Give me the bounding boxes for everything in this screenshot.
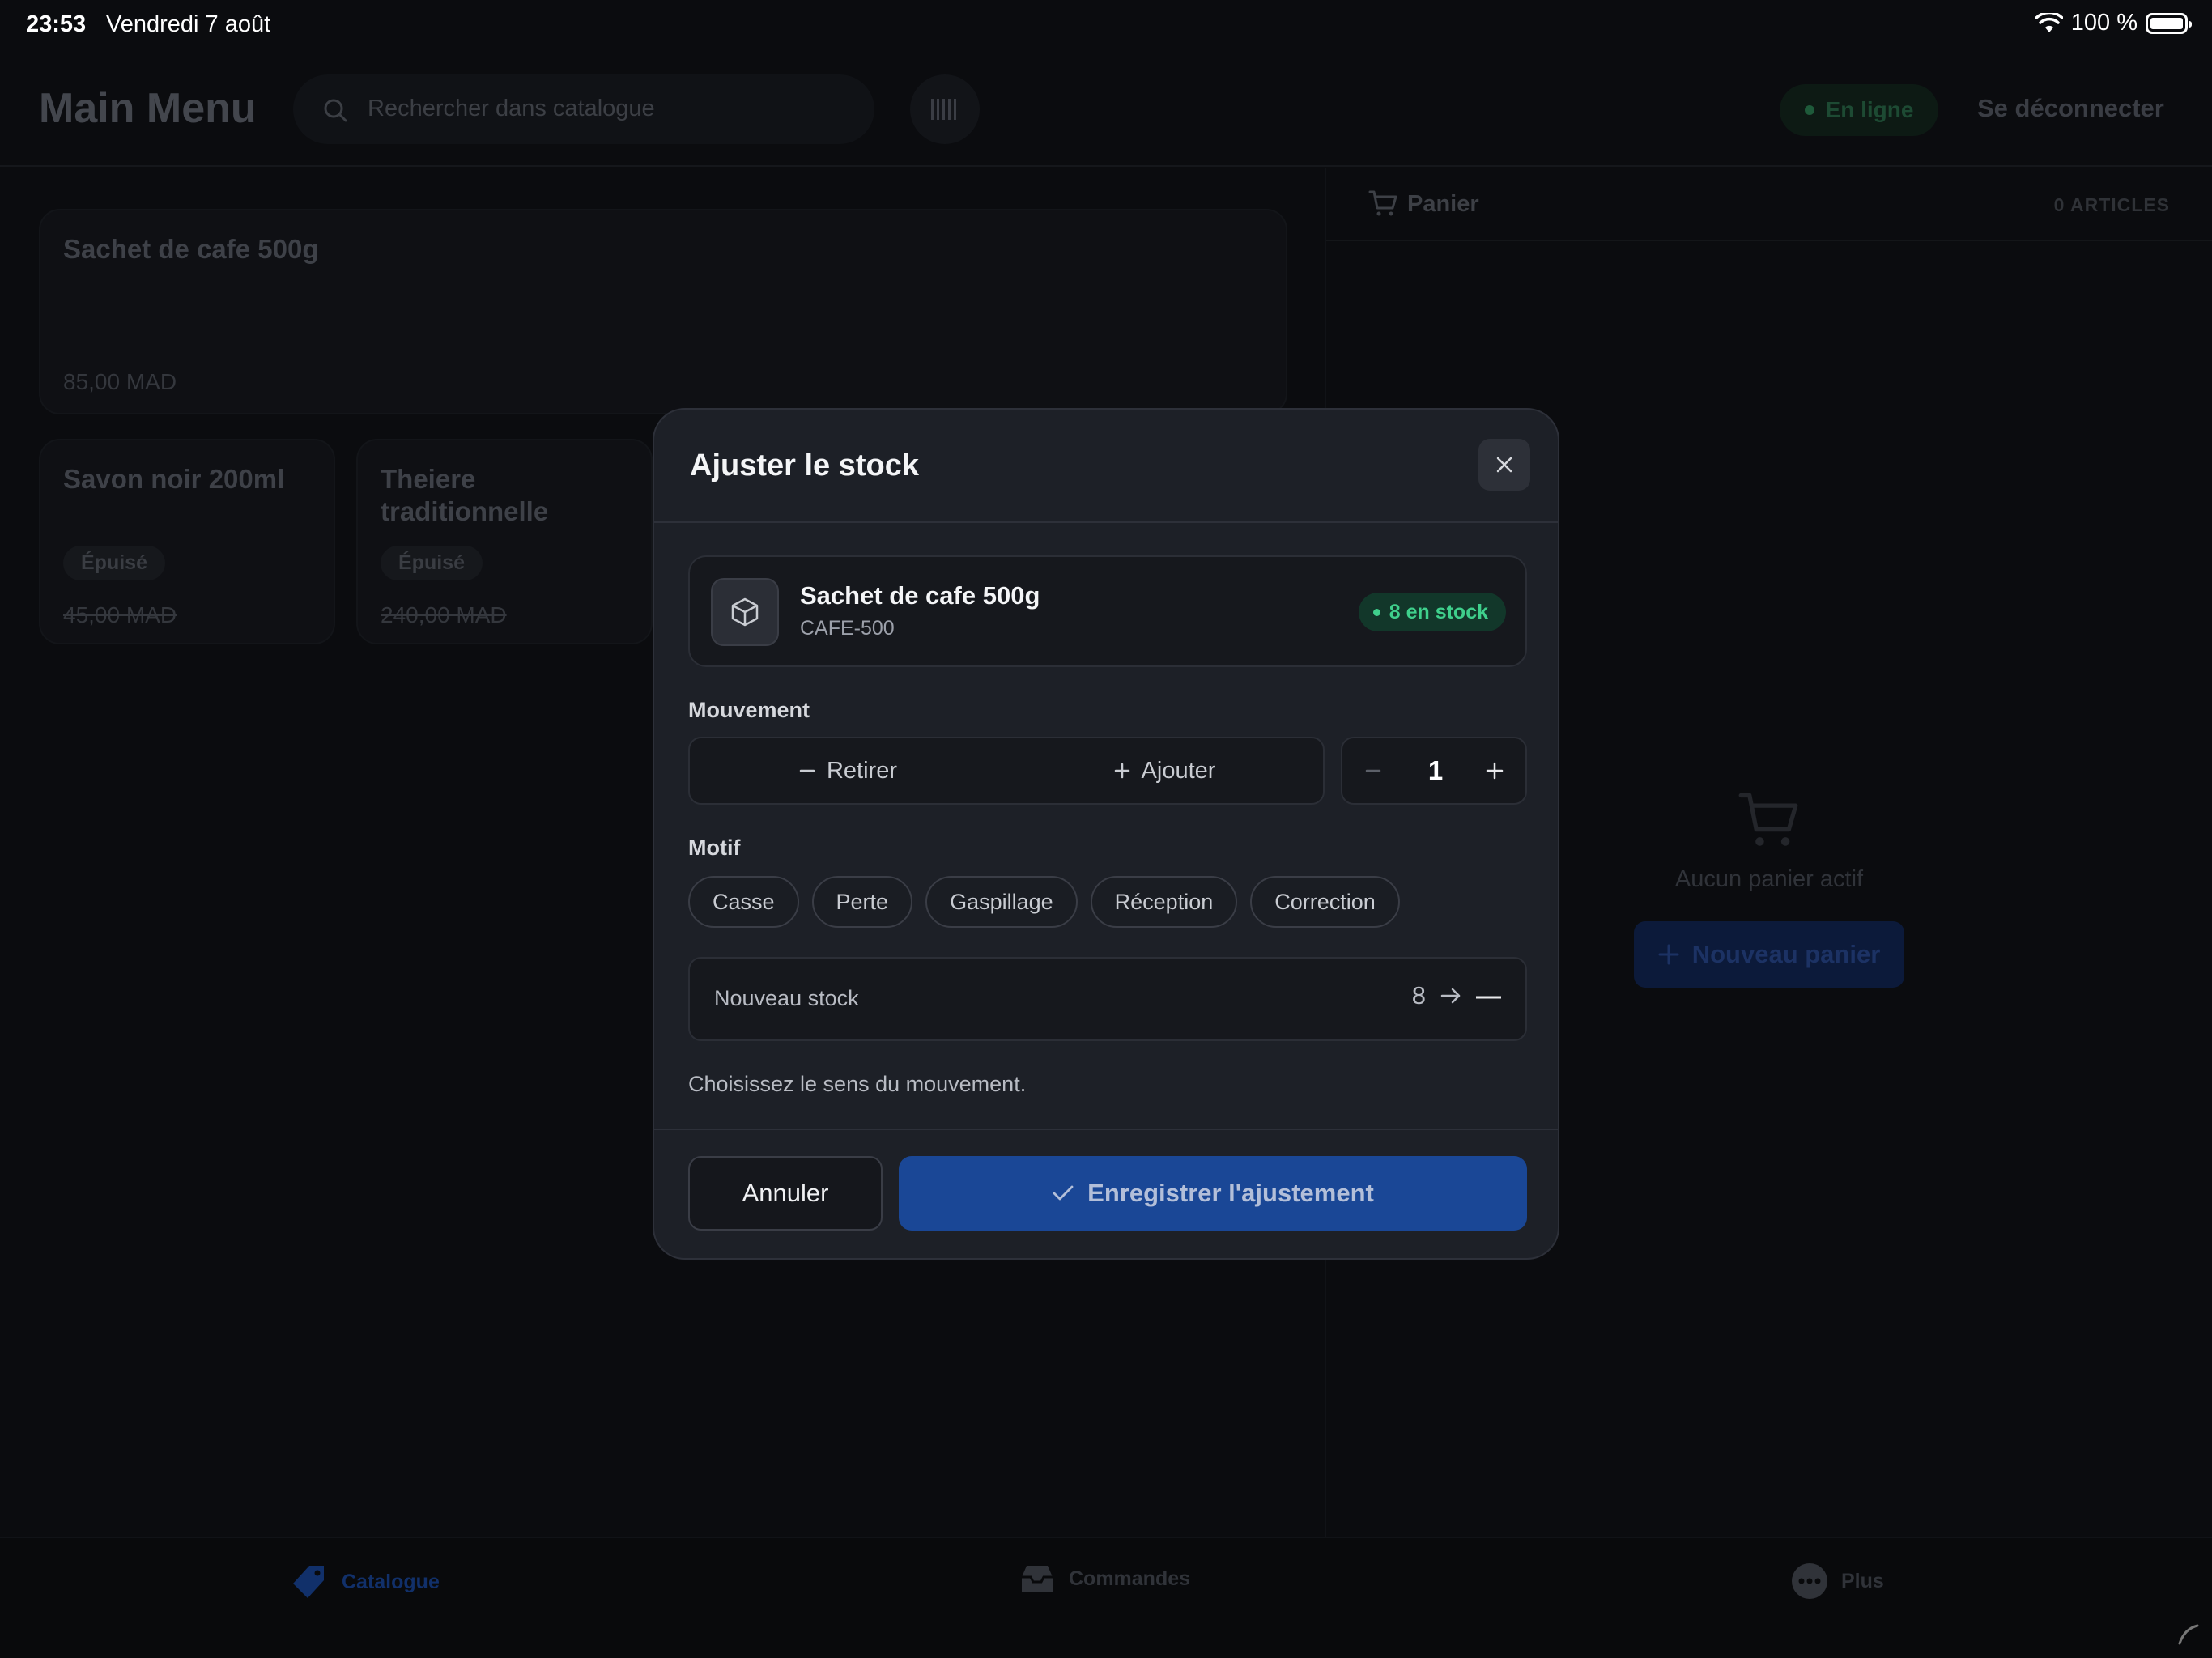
check-icon [1053,1185,1074,1201]
inbox-icon [1022,1566,1053,1592]
minus-icon [1365,769,1381,772]
tab-catalogue[interactable]: Catalogue [290,1562,440,1601]
cart-icon [1368,190,1397,216]
plus-icon [1114,763,1129,779]
new-cart-button[interactable]: Nouveau panier [1634,921,1904,988]
current-stock-value: 8 [1411,981,1426,1010]
tab-bar: Catalogue Commandes Plus [0,1537,2212,1658]
online-status-badge: En ligne [1780,84,1938,136]
resize-handle-icon [2178,1624,2199,1645]
tab-commandes[interactable]: Commandes [1019,1562,1190,1595]
tab-label: Plus [1841,1569,1884,1592]
status-date: Vendredi 7 août [106,11,271,37]
divider [654,1129,1558,1130]
sold-out-badge: Épuisé [63,546,165,580]
reason-label: Motif [688,835,741,860]
new-stock-label: Nouveau stock [714,986,859,1010]
movement-segmented-control: Retirer Ajouter [688,737,1325,805]
battery-icon [2146,12,2192,34]
empty-cart-icon [1738,793,1798,846]
status-bar: 23:53 Vendredi 7 août 100 % [0,0,2212,52]
product-price: 240,00 MAD [381,602,507,627]
reason-chips: Casse Perte Gaspillage Réception Correct… [688,876,1400,928]
helper-text: Choisissez le sens du mouvement. [688,1072,1027,1096]
cart-header: Panier 0 ARTICLES [1326,168,2212,241]
tab-label: Catalogue [342,1570,440,1593]
divider [654,521,1558,523]
decrement-button[interactable] [1342,738,1404,803]
page-title: Main Menu [39,85,257,132]
wifi-icon [2035,12,2063,32]
product-name: Savon noir 200ml [63,464,285,494]
search-placeholder: Rechercher dans catalogue [368,96,655,121]
tab-label: Commandes [1069,1567,1191,1590]
status-indicators: 100 % [2035,10,2192,36]
product-price: 45,00 MAD [63,602,177,627]
reason-chip-correction[interactable]: Correction [1250,876,1400,928]
cart-title: Panier [1407,191,1479,217]
close-icon [1496,457,1512,473]
remove-option-label: Retirer [826,757,897,784]
reason-chip-reception[interactable]: Réception [1090,876,1238,928]
barcode-scan-button[interactable] [910,74,980,144]
stock-badge: 8 en stock [1358,593,1506,631]
product-card[interactable]: Sachet de cafe 500g 85,00 MAD [39,209,1287,414]
product-price: 85,00 MAD [63,369,177,394]
product-card[interactable]: Theiere traditionnelle Épuisé 240,00 MAD [356,439,653,644]
new-stock-values: 8 — [1412,981,1501,1010]
adjust-stock-dialog: Ajuster le stock Sachet de cafe 500g CAF… [653,408,1559,1260]
save-adjustment-button[interactable]: Enregistrer l'ajustement [899,1156,1527,1231]
battery-percent: 100 % [2070,10,2138,36]
dialog-title: Ajuster le stock [690,449,919,483]
quantity-value[interactable]: 1 [1404,738,1467,803]
box-icon [711,578,779,646]
reason-chip-casse[interactable]: Casse [688,876,799,928]
barcode-icon [931,99,956,120]
increment-button[interactable] [1464,738,1525,803]
movement-label: Mouvement [688,698,810,722]
add-option-label: Ajouter [1141,757,1216,784]
cart-count: 0 ARTICLES [2053,194,2170,215]
product-name: Sachet de cafe 500g [63,234,319,264]
more-icon [1792,1563,1827,1599]
product-card[interactable]: Savon noir 200ml Épuisé 45,00 MAD [39,439,335,644]
product-sku: CAFE-500 [800,617,895,640]
cancel-button[interactable]: Annuler [688,1156,883,1231]
logout-button[interactable]: Se déconnecter [1977,94,2164,123]
product-summary: Sachet de cafe 500g CAFE-500 8 en stock [688,555,1527,667]
quantity-stepper: 1 [1341,737,1527,805]
remove-option-button[interactable]: Retirer [690,738,1006,803]
online-label: En ligne [1825,97,1914,122]
new-stock-value: — [1476,981,1501,1010]
reason-chip-gaspillage[interactable]: Gaspillage [925,876,1078,928]
save-adjustment-label: Enregistrer l'ajustement [1087,1179,1374,1207]
new-stock-preview: Nouveau stock 8 — [688,957,1527,1041]
tab-plus[interactable]: Plus [1791,1562,1884,1600]
new-cart-label: Nouveau panier [1691,940,1881,968]
add-option-button[interactable]: Ajouter [1006,738,1323,803]
sold-out-badge: Épuisé [381,546,483,580]
search-input[interactable]: Rechercher dans catalogue [293,74,874,144]
plus-icon [1486,762,1504,780]
plus-icon [1658,944,1679,965]
status-time: 23:53 [26,11,87,37]
product-name: Theiere traditionnelle [381,464,549,526]
minus-icon [799,769,815,772]
online-dot-icon [1804,105,1814,115]
reason-chip-perte[interactable]: Perte [811,876,913,928]
tag-icon [293,1566,324,1598]
close-button[interactable] [1478,439,1530,491]
top-bar: Main Menu Rechercher dans catalogue En l… [0,52,2212,167]
search-icon [324,99,347,122]
product-name: Sachet de cafe 500g [800,581,1040,610]
arrow-right-icon [1440,988,1461,1004]
